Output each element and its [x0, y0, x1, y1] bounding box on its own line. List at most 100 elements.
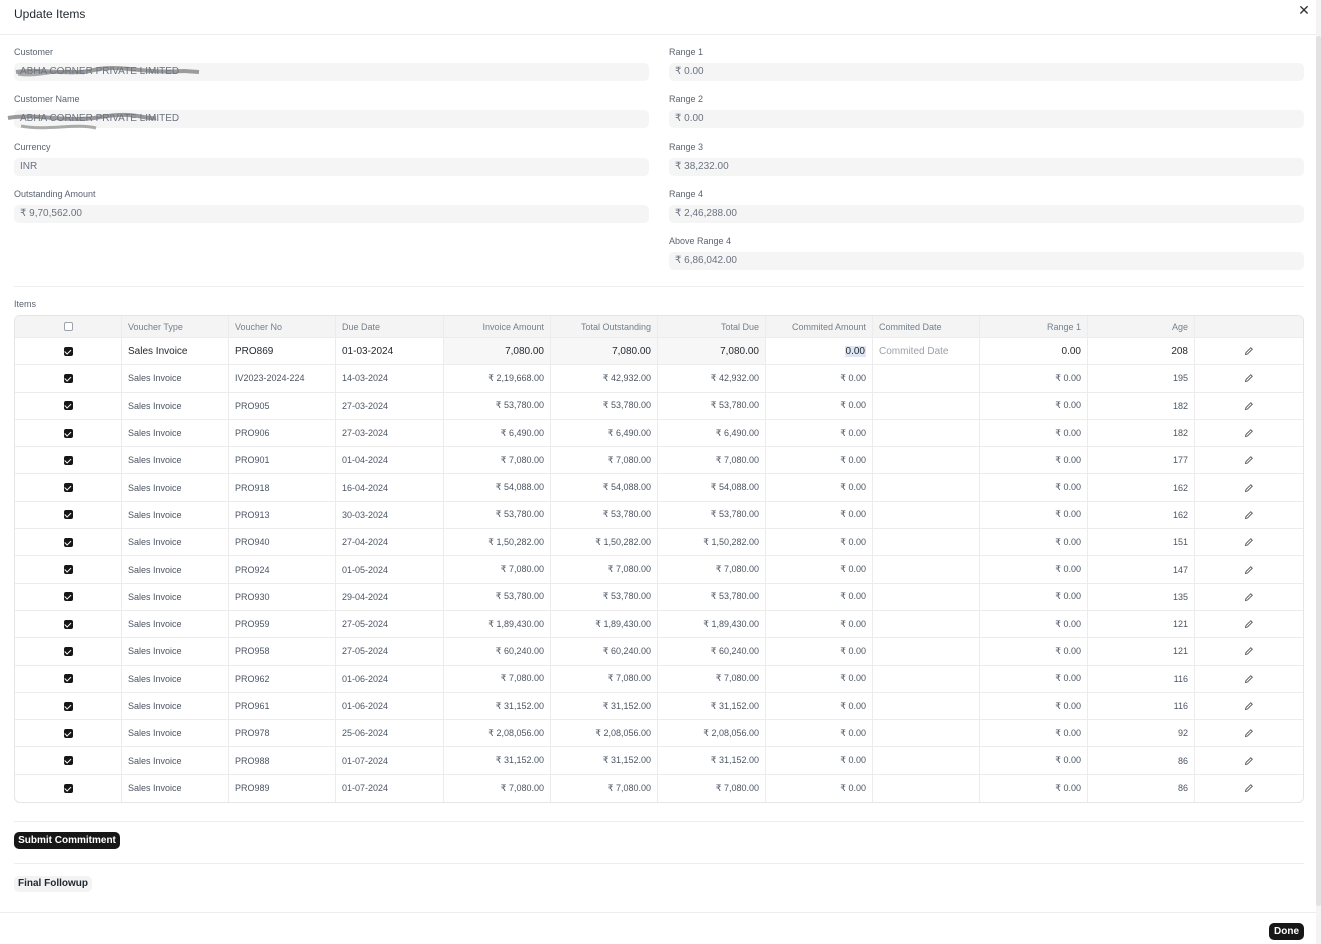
cell-range1[interactable]: ₹ 0.00: [980, 692, 1088, 720]
cell-invoice-amount[interactable]: ₹ 31,152.00: [444, 747, 551, 774]
cell-commited-amount[interactable]: ₹ 0.00: [766, 774, 873, 803]
edit-icon[interactable]: [1244, 565, 1254, 575]
cell-total-due[interactable]: ₹ 6,490.00: [658, 419, 766, 447]
cell-commited-date[interactable]: [873, 638, 980, 665]
cell-range1[interactable]: ₹ 0.00: [980, 529, 1088, 556]
cell-commited-amount[interactable]: ₹ 0.00: [766, 392, 873, 419]
cell-total-due[interactable]: ₹ 53,780.00: [658, 501, 766, 529]
cell-voucher-type[interactable]: Sales Invoice: [122, 747, 229, 774]
customer-name-field[interactable]: ABHA CORNER PRIVATE LIMITED: [7, 110, 649, 130]
row-checkbox[interactable]: [63, 592, 73, 602]
cell-total-due[interactable]: ₹ 2,08,056.00: [658, 720, 766, 747]
table-row[interactable]: Sales Invoice PRO924 01-05-2024 ₹ 7,080.00 ₹…: [15, 556, 1303, 584]
cell-voucher-no[interactable]: PRO962: [229, 665, 336, 692]
cell-commited-date[interactable]: [873, 665, 980, 692]
cell-range1[interactable]: ₹ 0.00: [980, 419, 1088, 447]
col-invoice-amount[interactable]: Invoice Amount: [444, 316, 551, 337]
cell-voucher-no[interactable]: PRO930: [229, 583, 336, 610]
cell-due-date[interactable]: 01-07-2024: [336, 774, 444, 803]
col-voucher-type[interactable]: Voucher Type: [122, 316, 229, 337]
cell-due-date[interactable]: 29-04-2024: [336, 583, 444, 610]
cell-total-outstanding[interactable]: ₹ 7,080.00: [551, 556, 658, 583]
cell-total-due[interactable]: ₹ 7,080.00: [658, 447, 766, 474]
cell-invoice-amount[interactable]: ₹ 2,08,056.00: [444, 720, 551, 747]
cell-voucher-no[interactable]: PRO988: [229, 747, 336, 774]
col-commited-amount[interactable]: Commited Amount: [766, 316, 873, 337]
table-row[interactable]: Sales Invoice PRO940 27-04-2024 ₹ 1,50,282.…: [15, 529, 1303, 557]
cell-commited-date[interactable]: [873, 365, 980, 392]
cell-due-date[interactable]: 27-05-2024: [336, 610, 444, 638]
cell-voucher-no[interactable]: PRO940: [229, 529, 336, 556]
cell-due-date[interactable]: 01-04-2024: [336, 447, 444, 474]
cell-age[interactable]: 86: [1088, 774, 1195, 803]
edit-icon[interactable]: [1244, 428, 1254, 438]
scrollbar-thumb[interactable]: [1316, 36, 1321, 906]
table-row[interactable]: Sales Invoice PRO978 25-06-2024 ₹ 2,08,056.…: [15, 720, 1303, 748]
cell-total-due[interactable]: ₹ 1,50,282.00: [658, 529, 766, 556]
cell-range1[interactable]: ₹ 0.00: [980, 583, 1088, 610]
row-checkbox[interactable]: [63, 537, 73, 547]
cell-commited-date[interactable]: [873, 720, 980, 747]
cell-total-due[interactable]: ₹ 7,080.00: [658, 665, 766, 692]
cell-invoice-amount[interactable]: ₹ 1,50,282.00: [444, 529, 551, 556]
row-checkbox[interactable]: [63, 646, 73, 656]
cell-age[interactable]: 116: [1088, 692, 1195, 720]
cell-commited-amount[interactable]: ₹ 0.00: [766, 447, 873, 474]
cell-voucher-type[interactable]: Sales Invoice: [122, 447, 229, 474]
cell-invoice-amount[interactable]: ₹ 53,780.00: [444, 501, 551, 529]
cell-commited-amount[interactable]: ₹ 0.00: [766, 720, 873, 747]
cell-total-outstanding[interactable]: ₹ 42,932.00: [551, 365, 658, 392]
final-followup-button[interactable]: Final Followup: [14, 876, 92, 892]
cell-range1[interactable]: ₹ 0.00: [980, 365, 1088, 392]
cell-commited-date[interactable]: [873, 692, 980, 720]
cell-age[interactable]: 92: [1088, 720, 1195, 747]
cell-voucher-type[interactable]: Sales Invoice: [122, 638, 229, 665]
row-checkbox[interactable]: [63, 701, 73, 711]
cell-voucher-type[interactable]: Sales Invoice: [122, 529, 229, 556]
cell-commited-date[interactable]: [873, 392, 980, 419]
edit-icon[interactable]: [1244, 756, 1254, 766]
table-row[interactable]: Sales Invoice PRO989 01-07-2024 ₹ 7,080.00 ₹…: [15, 774, 1303, 803]
cell-total-outstanding[interactable]: ₹ 7,080.00: [551, 447, 658, 474]
invoice-amount-input[interactable]: 7,080.00: [444, 338, 551, 365]
cell-total-due[interactable]: ₹ 42,932.00: [658, 365, 766, 392]
cell-age[interactable]: 162: [1088, 474, 1195, 501]
close-icon[interactable]: ✕: [1296, 2, 1312, 18]
cell-total-outstanding[interactable]: ₹ 53,780.00: [551, 501, 658, 529]
cell-total-outstanding[interactable]: ₹ 7,080.00: [551, 774, 658, 803]
cell-voucher-type[interactable]: Sales Invoice: [122, 692, 229, 720]
cell-voucher-no[interactable]: PRO906: [229, 419, 336, 447]
cell-due-date[interactable]: 16-04-2024: [336, 474, 444, 501]
table-row[interactable]: Sales Invoice PRO962 01-06-2024 ₹ 7,080.00 ₹…: [15, 665, 1303, 693]
cell-due-date[interactable]: 01-06-2024: [336, 692, 444, 720]
table-row[interactable]: Sales Invoice PRO913 30-03-2024 ₹ 53,780.00…: [15, 501, 1303, 530]
cell-voucher-no[interactable]: PRO918: [229, 474, 336, 501]
row-checkbox[interactable]: [63, 483, 73, 493]
col-range1[interactable]: Range 1: [980, 316, 1088, 337]
cell-voucher-type[interactable]: Sales Invoice: [122, 392, 229, 419]
cell-due-date[interactable]: 25-06-2024: [336, 720, 444, 747]
cell-invoice-amount[interactable]: ₹ 7,080.00: [444, 665, 551, 692]
voucher-no-input[interactable]: PRO869: [229, 338, 336, 365]
edit-icon[interactable]: [1244, 373, 1254, 383]
due-date-input[interactable]: 01-03-2024: [336, 338, 444, 365]
cell-total-outstanding[interactable]: ₹ 31,152.00: [551, 747, 658, 774]
edit-icon[interactable]: [1244, 537, 1254, 547]
table-row-editing[interactable]: Sales Invoice PRO869 01-03-2024 7,080.00…: [15, 338, 1303, 366]
cell-commited-amount[interactable]: ₹ 0.00: [766, 692, 873, 720]
commited-amount-input[interactable]: 0.00: [766, 338, 873, 365]
cell-voucher-type[interactable]: Sales Invoice: [122, 774, 229, 803]
cell-voucher-type[interactable]: Sales Invoice: [122, 501, 229, 529]
cell-range1[interactable]: ₹ 0.00: [980, 556, 1088, 583]
cell-due-date[interactable]: 27-05-2024: [336, 638, 444, 665]
commited-date-input[interactable]: Commited Date: [873, 338, 980, 365]
edit-icon[interactable]: [1244, 455, 1254, 465]
cell-age[interactable]: 195: [1088, 365, 1195, 392]
edit-icon[interactable]: [1244, 646, 1254, 656]
cell-total-outstanding[interactable]: ₹ 6,490.00: [551, 419, 658, 447]
cell-total-due[interactable]: ₹ 7,080.00: [658, 774, 766, 803]
cell-invoice-amount[interactable]: ₹ 60,240.00: [444, 638, 551, 665]
cell-commited-amount[interactable]: ₹ 0.00: [766, 638, 873, 665]
col-age[interactable]: Age: [1088, 316, 1195, 337]
cell-due-date[interactable]: 01-07-2024: [336, 747, 444, 774]
